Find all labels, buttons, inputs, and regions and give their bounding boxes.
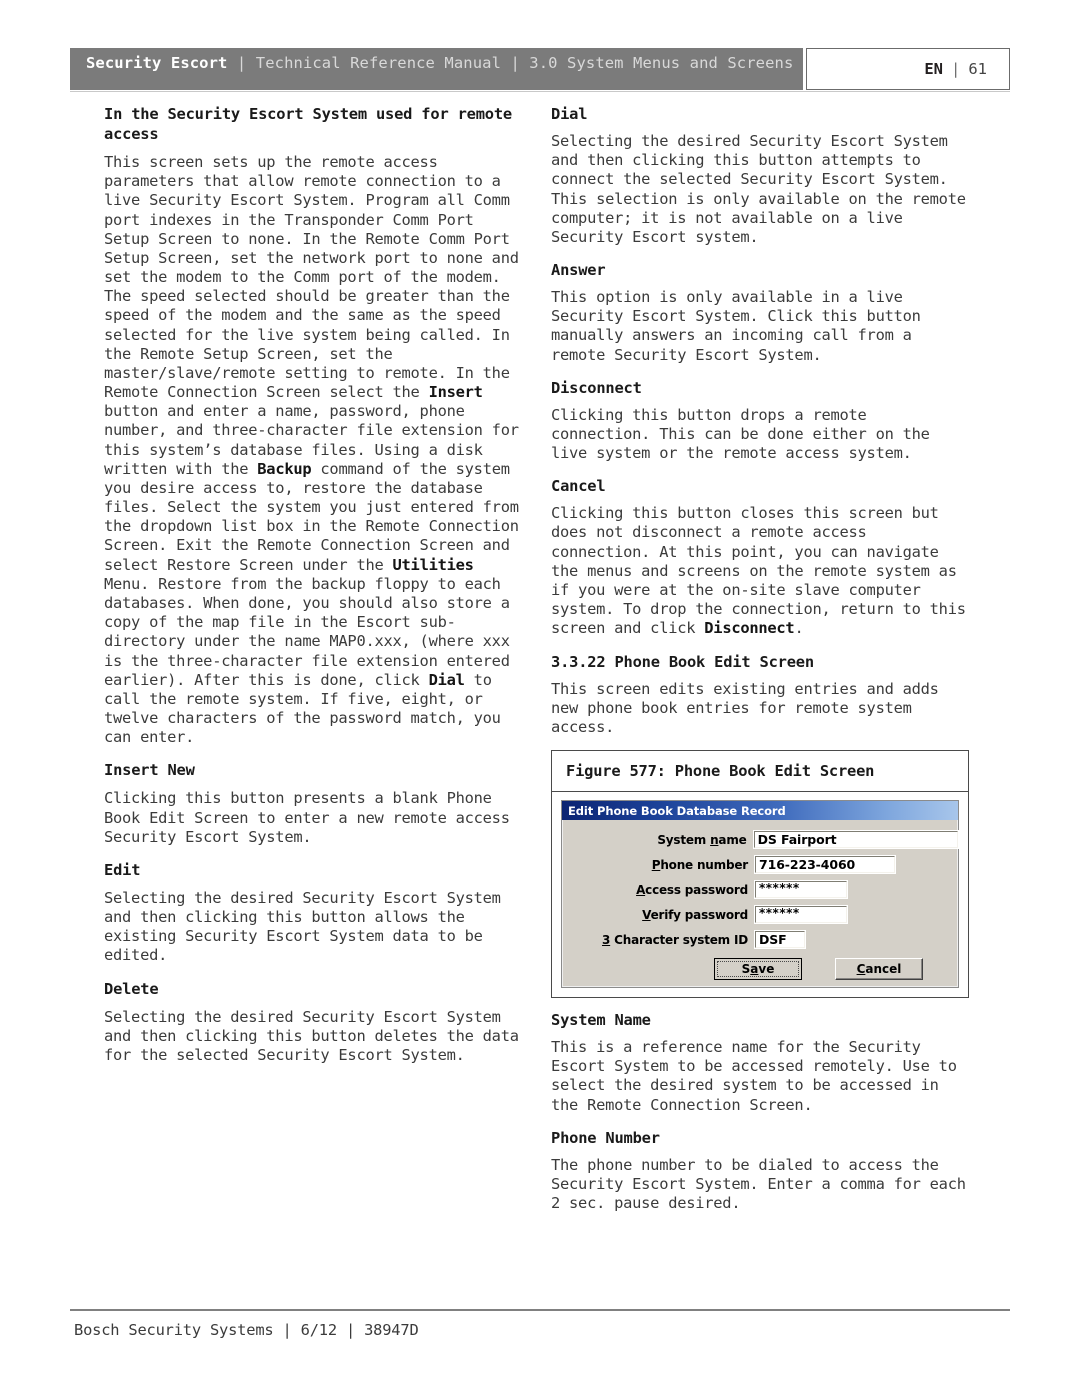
header-divider <box>70 91 1010 92</box>
save-button[interactable]: Save <box>714 958 802 981</box>
field-label-post: ame <box>718 832 747 847</box>
footer-divider <box>70 1309 1010 1311</box>
field-value: ****** <box>759 905 800 920</box>
password-input[interactable]: ****** <box>754 905 848 925</box>
save-label-pre: S <box>741 962 751 977</box>
header-page-box: EN | 61 <box>806 48 1010 90</box>
left-heading-delete: Delete <box>104 979 159 998</box>
text-input[interactable]: DS Fairport <box>752 830 960 850</box>
left-heading-remote-access: In the Security Escort System used for r… <box>104 105 512 144</box>
field-label-post: erify password <box>650 907 749 922</box>
field-label-pre: System <box>657 832 711 847</box>
figure-caption: Figure 577: Phone Book Edit Screen <box>552 751 968 793</box>
cancel-text-c: . <box>794 619 804 638</box>
edit-phone-book-dialog: Edit Phone Book Database Record System n… <box>561 800 960 989</box>
figure-image: Edit Phone Book Database Record System n… <box>552 792 968 997</box>
header-title-band: Security Escort | Technical Reference Ma… <box>70 48 803 90</box>
para-text-a: This screen sets up the remote access pa… <box>104 153 519 402</box>
header-page-number: 61 <box>968 60 987 78</box>
header-separator: | <box>950 60 961 78</box>
field-label: Verify password <box>562 908 755 922</box>
dialog-body: System name DS Fairport Phone number 716-22… <box>562 820 960 987</box>
right-paragraph-system-name: This is a reference name for the Securit… <box>551 1038 957 1114</box>
right-paragraph-answer: This option is only available in a live … <box>551 288 921 364</box>
right-heading-phone-number: Phone Number <box>551 1128 660 1147</box>
form-row: Verify password ****** <box>562 905 958 925</box>
dialog-title-bar: Edit Phone Book Database Record <box>562 801 958 821</box>
dialog-title-text: Edit Phone Book Database Record <box>568 803 786 818</box>
para-bold-utilities: Utilities <box>392 555 474 574</box>
para-bold-backup: Backup <box>257 459 312 478</box>
left-paragraph-delete: Selecting the desired Security Escort Sy… <box>104 1007 519 1064</box>
figure-container: Figure 577: Phone Book Edit Screen Edit … <box>551 750 969 999</box>
save-label-post: ve <box>758 962 775 977</box>
left-paragraph-edit: Selecting the desired Security Escort Sy… <box>104 888 501 965</box>
right-heading-disconnect: Disconnect <box>551 378 642 397</box>
text-input[interactable]: DSF <box>754 930 806 950</box>
right-paragraph-phone-number: The phone number to be dialed to access … <box>551 1155 966 1213</box>
password-input[interactable]: ****** <box>754 880 848 900</box>
left-heading-edit: Edit <box>104 860 141 879</box>
field-label: Phone number <box>562 858 755 872</box>
field-label-accelerator: V <box>642 907 651 922</box>
cancel-label-post: ancel <box>865 962 902 977</box>
field-label: System name <box>562 833 754 847</box>
field-value: DS Fairport <box>757 832 837 848</box>
right-heading-system-name: System Name <box>551 1011 651 1030</box>
field-label: 3 Character system ID <box>562 933 755 947</box>
right-heading-cancel: Cancel <box>551 477 606 496</box>
field-label-accelerator: A <box>636 882 646 897</box>
field-label-post: hone number <box>660 857 748 872</box>
header-language: EN <box>924 60 943 78</box>
para-bold-dial: Dial <box>428 670 465 689</box>
right-heading-answer: Answer <box>551 261 606 280</box>
right-paragraph-disconnect: Clicking this button drops a remote conn… <box>551 405 930 463</box>
field-label-accelerator: 3 <box>602 932 611 947</box>
field-value: 716-223-4060 <box>759 857 856 873</box>
left-column: In the Security Escort System used for r… <box>104 104 522 1078</box>
para-bold-insert: Insert <box>428 383 483 402</box>
page-header: Security Escort | Technical Reference Ma… <box>70 48 1010 90</box>
cancel-text-a: Clicking this button closes this screen … <box>551 504 966 638</box>
field-value: DSF <box>759 932 787 948</box>
right-column: Dial Selecting the desired Security Esco… <box>551 104 969 1226</box>
header-brand: Security Escort <box>86 54 228 72</box>
left-heading-insert-new: Insert New <box>104 761 195 780</box>
cancel-bold-disconnect: Disconnect <box>704 619 795 638</box>
form-row: Access password ****** <box>562 880 958 900</box>
right-heading-phone-book-edit-screen: 3.3.22 Phone Book Edit Screen <box>551 652 814 671</box>
field-label-post: ccess password <box>645 882 748 897</box>
left-paragraph-insert-new: Clicking this button presents a blank Ph… <box>104 789 510 846</box>
right-paragraph-cancel: Clicking this button closes this screen … <box>551 504 969 638</box>
field-value: ****** <box>759 880 800 895</box>
header-subtitle: | Technical Reference Manual | 3.0 Syste… <box>227 54 794 72</box>
right-paragraph-dial: Selecting the desired Security Escort Sy… <box>551 132 966 246</box>
dialog-button-row: Save Cancel <box>562 958 958 981</box>
form-row: System name DS Fairport <box>562 830 960 850</box>
right-paragraph-phone-book-edit-screen: This screen edits existing entries and a… <box>551 679 939 736</box>
right-heading-dial: Dial <box>551 105 588 123</box>
form-row: 3 Character system ID DSF <box>562 930 958 950</box>
left-paragraph-remote-access: This screen sets up the remote access pa… <box>104 153 522 747</box>
field-label: Access password <box>562 883 755 897</box>
footer-text: Bosch Security Systems | 6/12 | 38947D <box>74 1321 419 1339</box>
field-label-post: Character system ID <box>610 932 748 947</box>
form-row: Phone number 716-223-4060 <box>562 855 958 875</box>
cancel-button[interactable]: Cancel <box>835 958 923 981</box>
text-input[interactable]: 716-223-4060 <box>754 855 896 875</box>
